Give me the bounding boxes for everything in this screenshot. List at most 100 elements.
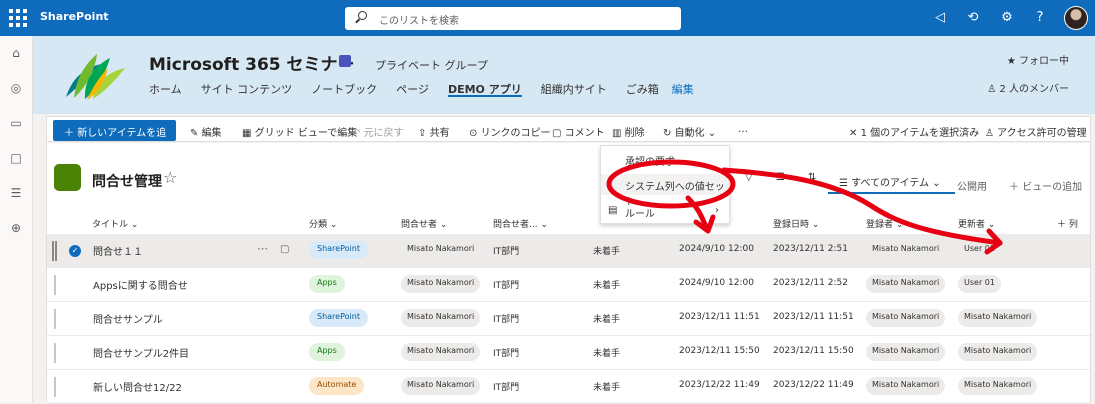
nav-recycle-bin[interactable]: ごみ箱 bbox=[626, 81, 659, 97]
help-icon[interactable]: ? bbox=[1031, 9, 1049, 27]
created-date: 2023/12/22 11:49 bbox=[773, 380, 854, 390]
globe-icon[interactable]: ◎ bbox=[8, 80, 24, 96]
automate-button[interactable]: ↻ 自動化 ⌄ bbox=[663, 124, 716, 139]
undo-button[interactable]: ↶ 元に戻す bbox=[352, 124, 404, 139]
updater[interactable]: Misato Nakamori bbox=[958, 309, 1038, 327]
department: IT部門 bbox=[493, 247, 520, 257]
column-modified-by-header[interactable]: 更新者 ⌄ bbox=[958, 217, 995, 230]
nav-home[interactable]: ホーム bbox=[149, 81, 182, 97]
clear-selection-button[interactable]: ✕ 1 個のアイテムを選択済み bbox=[849, 124, 979, 139]
comment-button[interactable]: ▢ コメント bbox=[552, 124, 605, 139]
person-icon: ♙ bbox=[985, 128, 998, 139]
row-selector[interactable] bbox=[54, 275, 56, 295]
left-rail: ⌂ ◎ ▭ □ ☰ ⊕ bbox=[0, 36, 33, 402]
more-button[interactable]: … bbox=[738, 124, 748, 135]
automate-menu: 承認の要求 システム列への値セット ▤ ルール › bbox=[600, 145, 730, 224]
row-selector[interactable] bbox=[54, 377, 56, 397]
requester[interactable]: Misato Nakamori bbox=[401, 343, 481, 361]
list-icon[interactable]: ☰ bbox=[8, 185, 24, 201]
grid-edit-button[interactable]: ▦ グリッド ビューで編集 bbox=[242, 124, 357, 139]
news-icon[interactable]: ▭ bbox=[8, 115, 24, 131]
edit-button[interactable]: ✎ 編集 bbox=[190, 124, 222, 139]
filter-icon[interactable]: ▽ bbox=[745, 172, 753, 183]
menu-item-set-system-column[interactable]: システム列への値セット bbox=[601, 174, 729, 208]
file-icon[interactable]: □ bbox=[8, 150, 24, 166]
requester[interactable]: Misato Nakamori bbox=[401, 377, 481, 395]
home-icon[interactable]: ⌂ bbox=[8, 45, 24, 61]
column-requester-header[interactable]: 問合せ者 ⌄ bbox=[401, 217, 447, 230]
group-icon[interactable]: ☰ bbox=[776, 172, 785, 183]
nav-site-contents[interactable]: サイト コンテンツ bbox=[201, 81, 293, 97]
creator[interactable]: Misato Nakamori bbox=[866, 241, 946, 259]
updater[interactable]: User 01 bbox=[958, 275, 1001, 293]
sort-icon[interactable]: ⇅ bbox=[808, 172, 816, 183]
row-title[interactable]: 問合せサンプル bbox=[93, 311, 163, 326]
column-category-header[interactable]: 分類 ⌄ bbox=[309, 217, 337, 230]
add-column-header[interactable]: ＋ 列 bbox=[1057, 217, 1078, 230]
top-bar: SharePoint このリストを検索 ◁ ⟲ ⚙ ? bbox=[0, 0, 1095, 36]
row-title[interactable]: 新しい問合せ12/22 bbox=[93, 379, 182, 394]
add-icon[interactable]: ⊕ bbox=[8, 220, 24, 236]
row-title[interactable]: Appsに関する問合せ bbox=[93, 277, 188, 292]
creator[interactable]: Misato Nakamori bbox=[866, 275, 946, 293]
nav-pages[interactable]: ページ bbox=[396, 81, 429, 97]
table-row[interactable]: ✓ 問合せ１１ ⋯ ▢ SharePoint Misato Nakamori IT… bbox=[47, 234, 1090, 268]
column-requester-dept-header[interactable]: 問合せ者... ⌄ bbox=[493, 217, 548, 230]
nav-edit-link[interactable]: 編集 bbox=[672, 81, 694, 97]
row-selector[interactable] bbox=[54, 309, 56, 329]
new-item-button[interactable]: ＋ 新しいアイテムを追加 bbox=[53, 120, 176, 154]
date-value: 2023/12/11 11:51 bbox=[679, 312, 760, 322]
favorite-star-icon[interactable]: ☆ bbox=[163, 168, 177, 187]
row-selector[interactable] bbox=[52, 241, 54, 261]
menu-item-approval[interactable]: 承認の要求 bbox=[601, 149, 729, 170]
column-created-header[interactable]: 登録日時 ⌄ bbox=[773, 217, 819, 230]
status: 未着手 bbox=[593, 383, 621, 393]
table-row[interactable]: 新しい問合せ12/22 Automate Misato Nakamori IT部… bbox=[47, 370, 1090, 404]
column-created-by-header[interactable]: 登録者 ⌄ bbox=[866, 217, 903, 230]
table-row[interactable]: 問合せサンプル2件目 Apps Misato Nakamori IT部門 未着手… bbox=[47, 336, 1090, 370]
row-more-icon[interactable]: ⋯ bbox=[257, 242, 268, 255]
table-row[interactable]: Appsに関する問合せ Apps Misato Nakamori IT部門 未着… bbox=[47, 268, 1090, 302]
creator[interactable]: Misato Nakamori bbox=[866, 309, 946, 327]
department: IT部門 bbox=[493, 315, 520, 325]
nav-notebook[interactable]: ノートブック bbox=[311, 81, 377, 97]
app-name[interactable]: SharePoint bbox=[40, 10, 109, 23]
close-icon: ✕ bbox=[849, 128, 861, 139]
requester[interactable]: Misato Nakamori bbox=[401, 241, 481, 259]
waffle-icon[interactable] bbox=[9, 9, 27, 27]
nav-org-sites[interactable]: 組織内サイト bbox=[541, 81, 607, 97]
updater[interactable]: User 01 bbox=[958, 241, 1001, 259]
menu-item-rules[interactable]: ▤ ルール › bbox=[601, 201, 729, 222]
table-row[interactable]: 問合せサンプル SharePoint Misato Nakamori IT部門 … bbox=[47, 302, 1090, 336]
access-button[interactable]: ♙ アクセス許可の管理 bbox=[985, 124, 1087, 139]
updater[interactable]: Misato Nakamori bbox=[958, 343, 1038, 361]
creator[interactable]: Misato Nakamori bbox=[866, 343, 946, 361]
updater[interactable]: Misato Nakamori bbox=[958, 377, 1038, 395]
add-view-button[interactable]: ＋ ビューの追加 bbox=[1009, 178, 1082, 193]
avatar[interactable] bbox=[1064, 6, 1088, 30]
share-button[interactable]: ⇪ 共有 bbox=[418, 124, 450, 139]
creator[interactable]: Misato Nakamori bbox=[866, 377, 946, 395]
follow-button[interactable]: ★ フォロー中 bbox=[1007, 52, 1069, 67]
row-selector[interactable] bbox=[54, 343, 56, 363]
department: IT部門 bbox=[493, 281, 520, 291]
requester[interactable]: Misato Nakamori bbox=[401, 309, 481, 327]
share-app-icon[interactable]: ⟲ bbox=[964, 9, 982, 27]
check-icon[interactable]: ✓ bbox=[69, 245, 81, 257]
row-comment-icon[interactable]: ▢ bbox=[280, 244, 289, 255]
nav-demo-app[interactable]: DEMO アプリ bbox=[447, 81, 522, 97]
megaphone-icon[interactable]: ◁ bbox=[931, 9, 949, 27]
search-input[interactable]: このリストを検索 bbox=[345, 7, 681, 30]
settings-icon[interactable]: ⚙ bbox=[998, 9, 1016, 27]
public-view-link[interactable]: 公開用 bbox=[957, 178, 987, 193]
members-button[interactable]: ♙ 2 人のメンバー bbox=[987, 80, 1069, 95]
automate-icon: ↻ bbox=[663, 128, 675, 139]
teams-icon[interactable] bbox=[339, 55, 351, 67]
copy-link-button[interactable]: ⊙ リンクのコピー bbox=[469, 124, 551, 139]
row-title[interactable]: 問合せサンプル2件目 bbox=[93, 345, 189, 360]
row-title[interactable]: 問合せ１１ bbox=[93, 243, 143, 258]
view-selector[interactable]: ☰ すべてのアイテム ⌄ bbox=[828, 167, 955, 194]
delete-button[interactable]: ▥ 削除 bbox=[612, 124, 645, 139]
column-title-header[interactable]: タイトル ⌄ bbox=[92, 217, 138, 230]
requester[interactable]: Misato Nakamori bbox=[401, 275, 481, 293]
